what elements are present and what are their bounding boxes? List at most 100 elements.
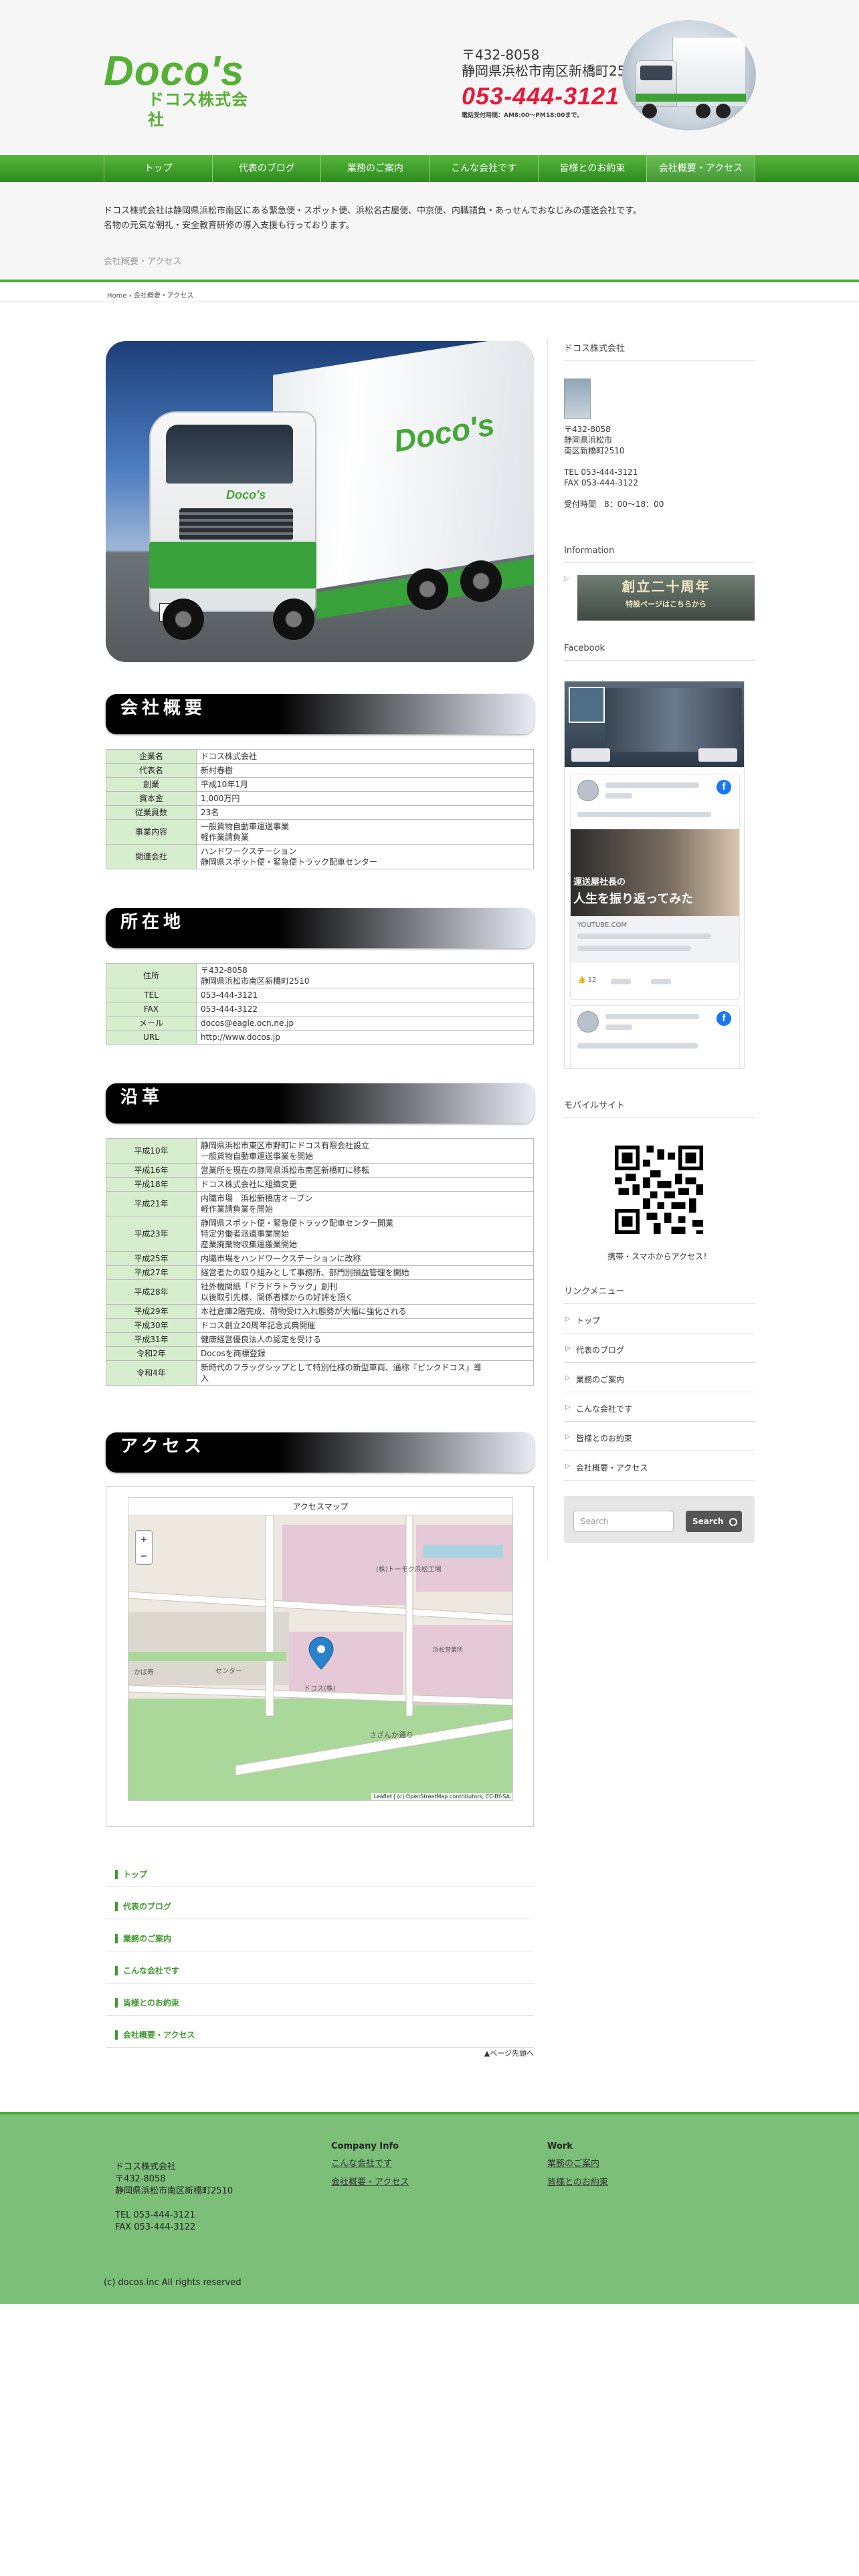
facebook-widget[interactable]: f 運送屋社長の 人生を振り返ってみた YOUTUBE.COM 👍 12 f [564,681,745,1069]
table-row: 創業 平成10年1月 [106,777,534,792]
table-row: 代表名 新村春樹 [106,763,534,778]
site-logo[interactable]: Doco's ドコス株式会社 [104,47,258,129]
sidebar-building-thumb [564,379,591,419]
section-heading-access: アクセス [106,1432,534,1473]
search-input[interactable]: Search [573,1511,674,1532]
footer-link[interactable]: こんな会社です [331,2158,409,2170]
page-top-link[interactable]: ▲ページ先頭へ [104,2048,534,2058]
facebook-cover [565,681,744,767]
sidebar-link-title: リンクメニュー [564,1284,755,1304]
bottom-nav-item[interactable]: こんな会社です [106,1951,534,1983]
logo-subtext: ドコス株式会社 [148,90,248,129]
bottom-nav-item[interactable]: トップ [106,1855,534,1887]
facebook-post[interactable]: f 運送屋社長の 人生を振り返ってみた YOUTUBE.COM 👍 12 [570,774,740,1000]
breadcrumb-separator: › [128,292,132,300]
zoom-out-button[interactable]: − [136,1547,152,1564]
nav-item-service[interactable]: 業務のご案内 [321,155,430,182]
footer-link[interactable]: 皆様とのお約束 [547,2177,608,2189]
access-map-box: ドコス(株) センター かば寿 さざんか通り (株)トーモク浜松工場 浜松営業所… [106,1486,534,1827]
nav-item-company[interactable]: 会社概要・アクセス [646,155,756,182]
intro-line-2: 名物の元気な朝礼・安全教育研修の導入支援も行っております。 [104,221,355,231]
nav-item-top[interactable]: トップ [104,155,213,182]
intro-band: ドコス株式会社は静岡県浜松市南区にある緊急便・スポット便、浜松名古屋便、中京便、… [0,182,859,282]
nav-item-promise[interactable]: 皆様とのお約束 [539,155,647,182]
site-header: Doco's ドコス株式会社 〒432-8058 静岡県浜松市南区新橋町2509… [0,0,859,155]
map-title: アクセスマップ [128,1498,512,1515]
site-footer: ドコス株式会社 〒432-8058 静岡県浜松市南区新橋町2510 TEL 05… [0,2112,859,2304]
sidebar-info-title: Information [564,546,755,563]
table-row: 企業名 ドコス株式会社 [106,749,534,764]
zoom-in-button[interactable]: + [136,1531,152,1547]
chevron-right-icon: ▷ [565,1345,571,1352]
map-attribution[interactable]: Leaflet | (c) OpenStreetMap contributors… [371,1793,512,1800]
video-thumbnail[interactable]: 運送屋社長の 人生を振り返ってみた [571,829,739,916]
table-row: 平成16年 営業所を現在の静岡県浜松市南区新橋町に移転 [106,1163,534,1178]
email-link[interactable]: docos@eagle.ocn.ne.jp [201,1018,294,1028]
map-label-docos: ドコス(株) [304,1684,336,1693]
history-table: 平成10年 静岡県浜松市東区市野町にドコス有限会社設立 一般貨物自動車運送事業を開始… [106,1138,534,1386]
url-link[interactable]: http://www.docos.jp [201,1033,280,1042]
table-row: 令和2年 Docosを商標登録 [106,1346,534,1361]
column-divider [547,338,548,1562]
breadcrumb: Home › 会社概要・アクセス [0,285,859,302]
footer-col-company-info: Company Info こんな会社です 会社概要・アクセス [331,2141,409,2189]
sidebar-link[interactable]: ▷ こんな会社です [564,1392,755,1422]
table-row: 平成28年 社外機関紙「ドラドラトラック」創刊 以後取引先様、関係者様からの好評を頂… [106,1279,534,1305]
chevron-right-icon: ▷ [565,1404,571,1411]
section-heading-location: 所在地 [106,908,534,948]
breadcrumb-home[interactable]: Home [107,292,127,300]
map-label-office: 浜松営業所 [433,1646,463,1654]
table-row: 平成23年 静岡県スポット便・緊急便トラック配車センター開業 特定労働者派遣事業開始… [106,1216,534,1252]
search-icon [729,1517,737,1526]
footer-link[interactable]: 業務のご案内 [547,2158,608,2170]
map-label-center: センター [215,1667,242,1675]
intro-text: ドコス株式会社は静岡県浜松市南区にある緊急便・スポット便、浜松名古屋便、中京便、… [104,204,755,233]
table-row: 平成30年 ドコス創立20周年記念式典開催 [106,1318,534,1333]
bottom-nav: トップ 代表のブログ 業務のご案内 こんな会社です 皆様とのお約束 会社概要・ア… [106,1855,534,2048]
search-box: Search Search [564,1496,755,1543]
qr-code [615,1146,703,1234]
table-row: 関連会社 ハンドワークステーション 静岡県スポット便・緊急便トラック配車センター [106,844,534,869]
sidebar-facebook-title: Facebook [564,643,755,661]
sidebar-link[interactable]: ▷ トップ [564,1304,755,1333]
sidebar-link[interactable]: ▷ 会社概要・アクセス [564,1451,755,1481]
nav-item-about[interactable]: こんな会社です [430,155,539,182]
table-row: FAX 053-444-3122 [106,1002,534,1016]
table-row: 事業内容 一般貨物自動車運送事業 軽作業請負業 [106,819,534,845]
anniversary-banner[interactable]: 創立二十周年 特設ページはこちらから [577,575,755,621]
company-truck-photo: Doco's Doco's 72-07 [106,341,534,662]
chevron-right-icon: ▷ [565,1463,571,1470]
location-table: 住所 〒432-8058 静岡県浜松市南区新橋町2510 TEL 053-444-31… [106,963,534,1045]
nav-item-blog[interactable]: 代表のブログ [213,155,322,182]
sidebar-link[interactable]: ▷ 代表のブログ [564,1333,755,1363]
section-heading-overview: 会社概要 [106,694,534,734]
bottom-nav-item[interactable]: 業務のご案内 [106,1919,534,1951]
map-label-kaba: かば寿 [134,1668,154,1677]
company-table: 企業名 ドコス株式会社 代表名 新村春樹 創業 平成10年1月 資本金 1,000万円 … [106,749,534,869]
access-map[interactable]: ドコス(株) センター かば寿 さざんか通り (株)トーモク浜松工場 浜松営業所… [128,1497,513,1801]
sidebar-address: 〒432-8058 静岡県浜松市 南区新橋町2510 TEL 053-444-3… [564,425,664,509]
header-truck-image [622,20,756,130]
chevron-right-icon: ▷ [564,575,569,582]
table-row: 令和4年 新時代のフラッグシップとして特別仕様の新型車両、通称『ピンクドコス』導入 [106,1360,534,1386]
map-zoom-control: + − [135,1530,153,1565]
search-button[interactable]: Search [686,1511,742,1532]
table-row: メール docos@eagle.ocn.ne.jp [106,1016,534,1031]
table-row: URL http://www.docos.jp [106,1030,534,1045]
facebook-post[interactable]: f [570,1005,740,1068]
section-heading-history: 沿革 [106,1083,534,1123]
sidebar-link[interactable]: ▷ 業務のご案内 [564,1363,755,1392]
map-canvas: ドコス(株) センター かば寿 さざんか通り (株)トーモク浜松工場 浜松営業所 [128,1498,512,1800]
bottom-nav-item[interactable]: 会社概要・アクセス [106,2016,534,2048]
bottom-nav-item[interactable]: 代表のブログ [106,1887,534,1919]
sidebar-link[interactable]: ▷ 皆様とのお約束 [564,1422,755,1451]
page-title: 会社概要・アクセス [104,257,182,267]
facebook-like-count: 👍 12 [577,976,597,984]
logo-text: Doco's [104,48,245,94]
copyright: (c) docos.inc All rights reserved [104,2278,242,2288]
chevron-right-icon: ▷ [565,1374,571,1382]
mobile-caption: 携帯・スマホからアクセス！ [607,1252,712,1261]
footer-link[interactable]: 会社概要・アクセス [331,2177,409,2189]
table-row: 資本金 1,000万円 [106,791,534,806]
bottom-nav-item[interactable]: 皆様とのお約束 [106,1983,534,2016]
